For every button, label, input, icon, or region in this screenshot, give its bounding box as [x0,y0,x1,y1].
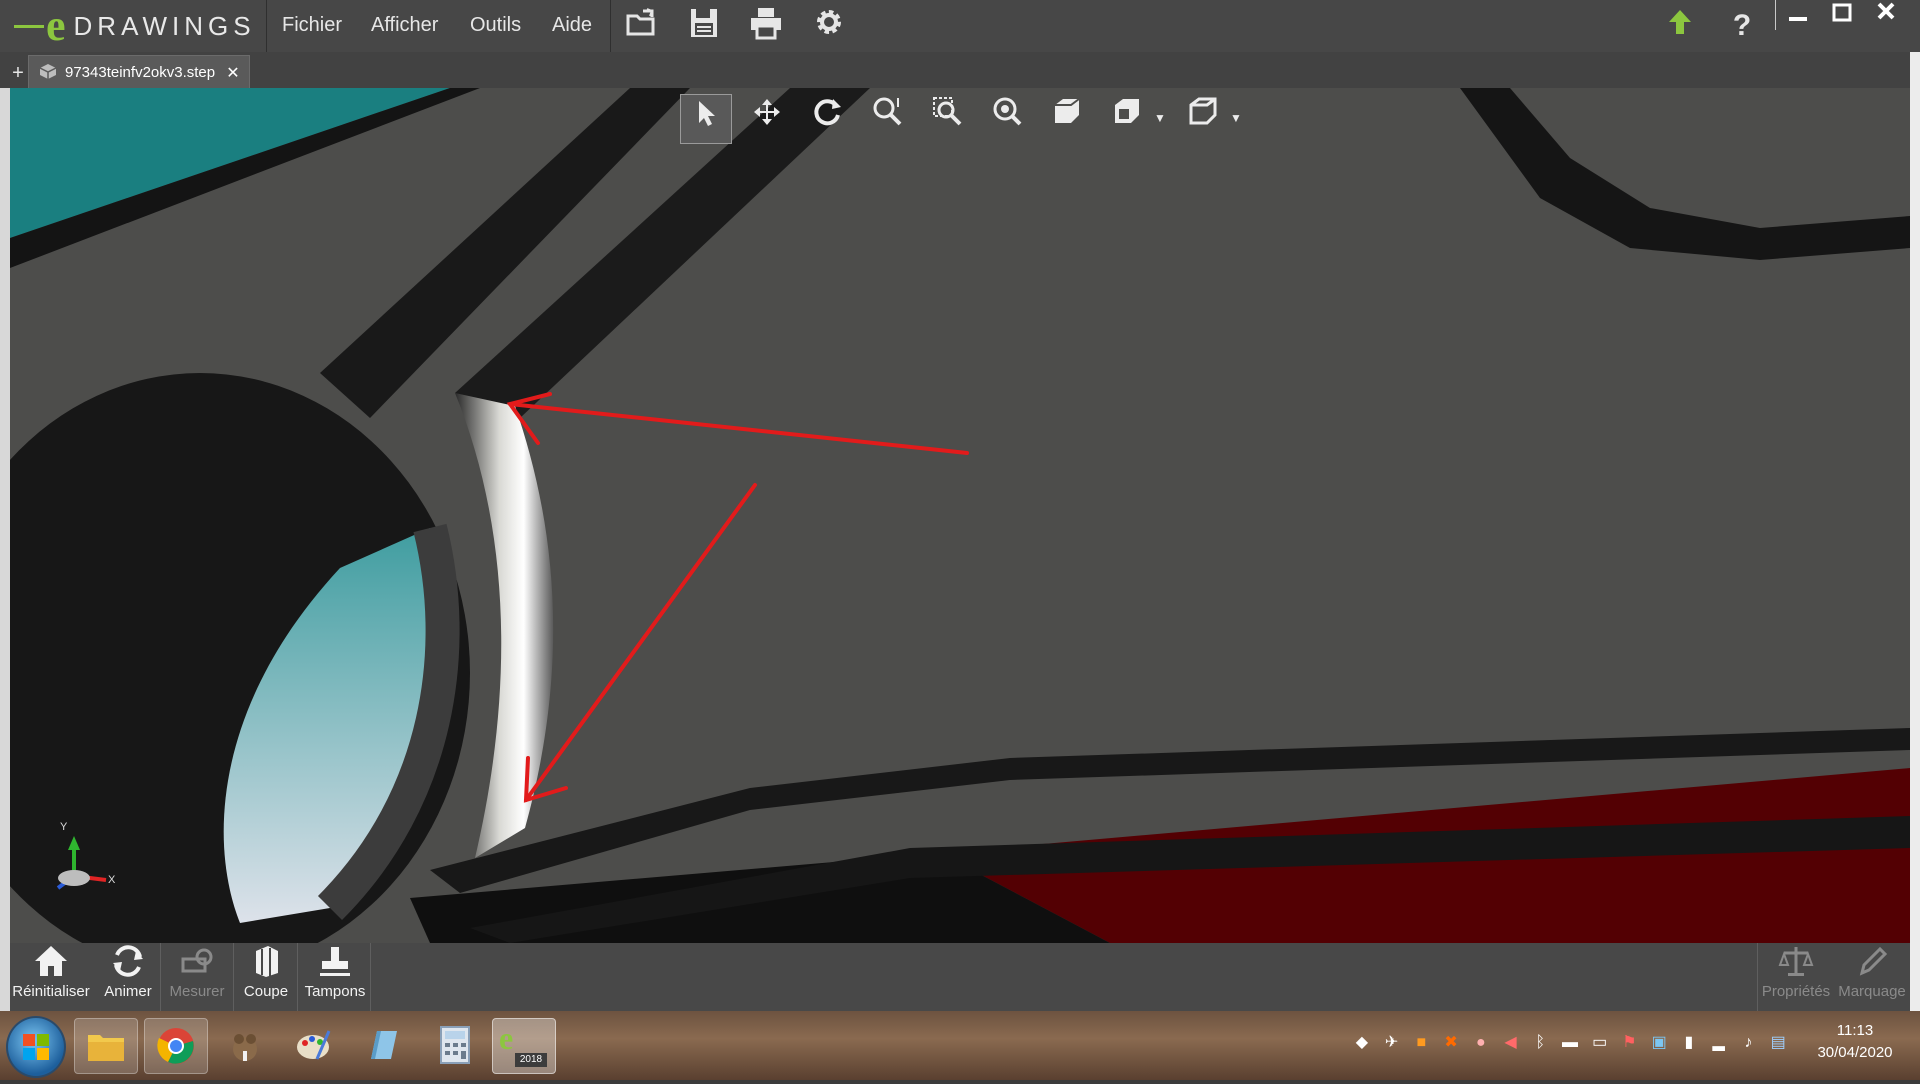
speaker-left-icon[interactable]: ◀ [1499,1031,1523,1055]
device-icon[interactable]: ▬ [1558,1031,1582,1055]
clock-time: 11:13 [1836,1022,1874,1039]
taskbar-clock[interactable]: 11:13 30/04/2020 [1795,1020,1915,1068]
scrollbar[interactable] [1910,52,1920,1011]
reinitialiser-button[interactable]: Réinitialiser [10,943,92,1011]
edrawings-taskbar-icon[interactable]: e 2018 [492,1018,556,1074]
start-button[interactable] [6,1016,66,1078]
separator [370,943,371,1011]
action-center-flag-icon[interactable]: ⚑ [1618,1031,1642,1055]
document-tab-bar [0,52,1920,88]
triad-x-label: X [108,874,116,886]
separator [266,0,267,52]
window-edge [0,88,10,1011]
animer-label: Animer [104,983,152,1000]
maximize-button[interactable] [1820,0,1864,30]
orange-x-app-icon[interactable]: ✖ [1439,1031,1463,1055]
stamp-icon [300,943,370,983]
display-style-icon[interactable] [1102,94,1152,142]
part-file-icon [37,62,59,84]
tab-filename: 97343teinfv2okv3.step [65,64,216,81]
proprietes-button[interactable]: Propriétés [1760,943,1832,1011]
view-orientation-icon[interactable] [1178,94,1228,142]
properties-scale-icon [1760,943,1832,983]
edrawings-version-badge: 2018 [515,1053,547,1067]
section-icon [236,943,296,983]
signal-icon[interactable]: ▂ [1707,1031,1731,1055]
system-tray: ◆ ✈ ■ ✖ ● ◀ ᛒ ▬ ▭ ⚑ ▣ ▮ ▂ ♪ ▤ [1350,1020,1790,1066]
menu-fichier[interactable]: Fichier [282,0,342,52]
3d-viewport[interactable]: Y X ▼ ▼ [10,88,1910,943]
separator [297,943,298,1011]
volume-icon[interactable]: ♪ [1737,1031,1761,1055]
reinitialiser-label: Réinitialiser [12,983,90,1000]
help-icon[interactable]: ? [1722,6,1762,46]
paint-app-icon[interactable] [282,1018,344,1072]
new-tab-plus-icon[interactable]: + [9,63,27,83]
orange-app-icon[interactable]: ■ [1409,1031,1433,1055]
close-tab-icon[interactable]: ✕ [223,63,243,83]
plane-icon[interactable]: ✈ [1380,1031,1404,1055]
measure-icon [164,943,230,983]
minimize-button[interactable] [1776,0,1820,30]
menu-aide[interactable]: Aide [552,0,592,52]
language-icon[interactable]: ▤ [1766,1031,1790,1055]
animer-button[interactable]: Animer [98,943,158,1011]
network-share-icon[interactable]: ◆ [1350,1031,1374,1055]
markup-pencil-icon [1834,943,1910,983]
view-toolbar: ▼ ▼ [680,94,1244,144]
mesurer-label: Mesurer [169,983,225,1000]
separator [1757,943,1758,1011]
close-button[interactable] [1864,0,1908,30]
rotate-icon[interactable] [802,94,852,142]
chrome-icon[interactable] [144,1018,208,1074]
tampons-label: Tampons [304,983,366,1000]
triad-y-label: Y [60,821,68,833]
menu-outils[interactable]: Outils [470,0,521,52]
gimp-app-icon[interactable] [214,1018,276,1072]
open-file-icon[interactable] [622,6,662,46]
logo-wordmark: DRAWINGS [73,10,256,41]
zoom-area-icon[interactable] [922,94,972,142]
coupe-label: Coupe [243,983,289,1000]
edrawings-logo: e DRAWINGS [14,4,264,48]
coupe-button[interactable]: Coupe [236,943,296,1011]
view-cube-icon[interactable] [1042,94,1092,142]
bluetooth-icon[interactable]: ᛒ [1528,1031,1552,1055]
separator [160,943,161,1011]
separator [610,0,611,52]
document-tab[interactable]: 97343teinfv2okv3.step ✕ [28,55,250,89]
edrawings-e-icon: e [499,1020,514,1056]
clock-date: 30/04/2020 [1817,1044,1893,1061]
display-style-dropdown-icon[interactable]: ▼ [1152,94,1168,142]
model-render [10,88,1910,943]
save-icon[interactable] [684,6,724,46]
tampons-button[interactable]: Tampons [300,943,370,1011]
settings-gear-icon[interactable] [809,6,849,46]
zoom-in-out-icon[interactable] [982,94,1032,142]
monitor-icon[interactable]: ▭ [1588,1031,1612,1055]
marquage-label: Marquage [1838,983,1906,1000]
file-explorer-icon[interactable] [74,1018,138,1074]
battery-icon[interactable]: ▮ [1677,1031,1701,1055]
mesurer-button[interactable]: Mesurer [164,943,230,1011]
display-icon[interactable]: ▣ [1647,1031,1671,1055]
zoom-to-fit-icon[interactable] [862,94,912,142]
separator [233,943,234,1011]
view-orientation-dropdown-icon[interactable]: ▼ [1228,94,1244,142]
select-pointer-icon[interactable] [680,94,732,144]
home-icon [10,943,92,983]
menu-afficher[interactable]: Afficher [371,0,438,52]
proprietes-label: Propriétés [1761,983,1831,1000]
marquage-button[interactable]: Marquage [1834,943,1910,1011]
notes-app-icon[interactable] [352,1018,414,1072]
antivirus-icon[interactable]: ● [1469,1031,1493,1055]
logo-e: e [46,1,66,50]
pan-icon[interactable] [742,94,792,142]
calculator-app-icon[interactable] [424,1018,486,1072]
upload-arrow-icon[interactable] [1660,6,1700,46]
animate-icon [98,943,158,983]
print-icon[interactable] [746,6,786,46]
logo-line [14,24,44,28]
